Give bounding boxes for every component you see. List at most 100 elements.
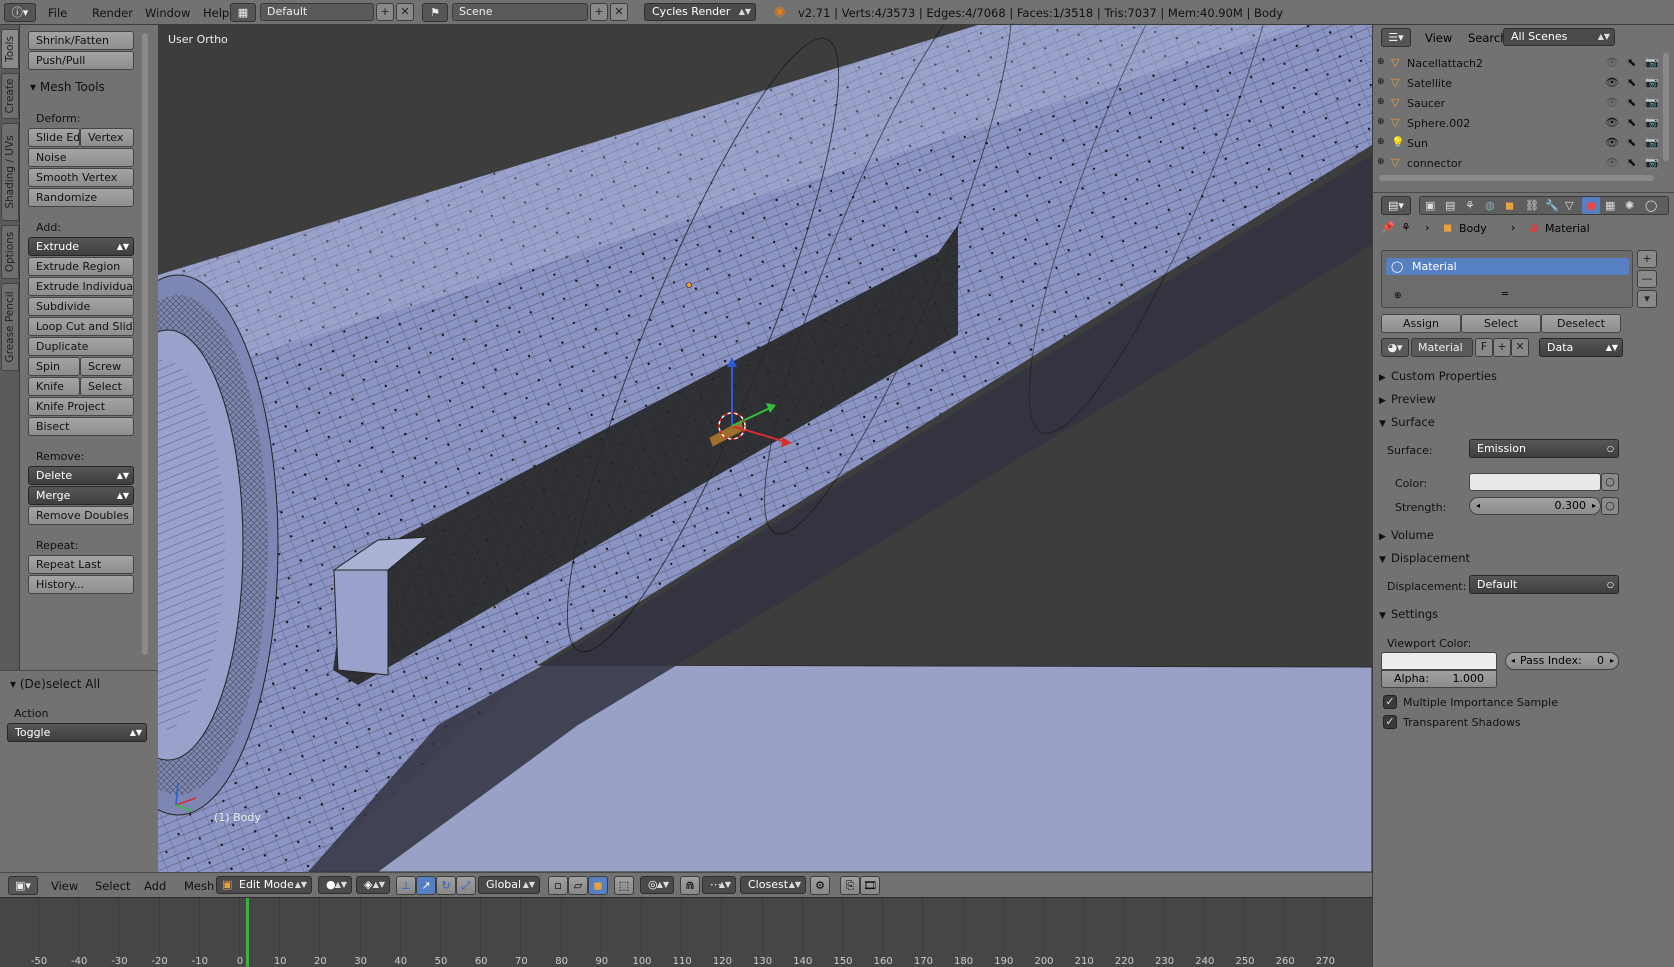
snap-element-dropdown[interactable]: ⋯ ▲▼ (702, 876, 736, 894)
tab-grease-pencil[interactable]: Grease Pencil (1, 283, 19, 371)
displacement-panel-header[interactable]: ▼ Displacement (1379, 551, 1669, 565)
add-material-slot-button[interactable]: + (1637, 250, 1657, 268)
visibility-eye-icon[interactable]: 👁 (1605, 56, 1619, 69)
modifiers-tab-icon[interactable]: 🔧 (1545, 199, 1559, 212)
history-button[interactable]: History... (28, 575, 134, 594)
outliner-item[interactable]: ⊕ ▽ Satellite 👁 ⬉ 📷 (1373, 73, 1665, 93)
bisect-button[interactable]: Bisect (28, 417, 134, 436)
visibility-eye-icon[interactable]: 👁 (1605, 136, 1619, 149)
preview-panel-header[interactable]: ▶ Preview (1379, 392, 1669, 406)
mode-dropdown[interactable]: ▣ Edit Mode ▲▼ (216, 876, 312, 894)
proportional-edit-dropdown[interactable]: ◎ ▲▼ (640, 876, 674, 894)
operator-panel-header[interactable]: ▾ (De)select All (10, 677, 100, 691)
expand-icon[interactable]: ⊕ (1377, 117, 1385, 127)
data-tab-icon[interactable]: ▽ (1565, 199, 1573, 212)
limit-selection-button[interactable]: ⬚ (614, 876, 634, 895)
volume-panel-header[interactable]: ▶ Volume (1379, 528, 1669, 542)
selectable-cursor-icon[interactable]: ⬉ (1627, 96, 1636, 109)
layout-field[interactable]: Default (260, 3, 374, 21)
knife-project-button[interactable]: Knife Project (28, 397, 134, 416)
info-editor-type-button[interactable]: ⓘ▾ (4, 3, 36, 22)
menu-help[interactable]: Help (203, 6, 229, 20)
outliner-item-name[interactable]: Nacellattach2 (1407, 57, 1483, 70)
merge-dropdown[interactable]: Merge ▲▼ (28, 486, 134, 505)
tab-create[interactable]: Create (1, 73, 19, 119)
layout-add-button[interactable]: + (376, 3, 394, 21)
render-animation-button[interactable]: 🎞 (860, 876, 880, 895)
material-slot-list[interactable]: ◯ Material ⊕ ═ (1381, 250, 1633, 308)
subdivide-button[interactable]: Subdivide (28, 297, 134, 316)
loop-cut-button[interactable]: Loop Cut and Slide (28, 317, 134, 336)
repeat-last-button[interactable]: Repeat Last (28, 555, 134, 574)
render-engine-dropdown[interactable]: Cycles Render ▲▼ (644, 3, 756, 21)
scene-add-button[interactable]: + (590, 3, 608, 21)
menu-render[interactable]: Render (92, 6, 133, 20)
outliner-item[interactable]: ⊕ ▽ Sphere.002 👁 ⬉ 📷 (1373, 113, 1665, 133)
constraints-tab-icon[interactable]: ⛓ (1525, 199, 1539, 212)
timeline[interactable]: -50 -40 -30 -20 -10 0 10 20 30 40 50 60 70 80 90 100 110… (0, 897, 1372, 967)
list-resize-handle-icon[interactable]: ═ (1502, 289, 1508, 300)
spin-button[interactable]: Spin (28, 357, 80, 376)
render-tab-icon[interactable]: ▣ (1425, 199, 1435, 212)
material-slot-menu-button[interactable]: ▾ (1637, 290, 1657, 308)
assign-button[interactable]: Assign (1381, 314, 1461, 333)
push-pull-button[interactable]: Push/Pull (28, 51, 134, 70)
alpha-field[interactable]: Alpha: 1.000 (1381, 670, 1497, 688)
strength-link-button[interactable]: ○ (1601, 497, 1619, 515)
object-tab-icon[interactable]: ◼ (1505, 199, 1514, 212)
new-material-button[interactable]: + (1493, 338, 1511, 357)
particles-tab-icon[interactable]: ✺ (1625, 199, 1634, 212)
renderable-camera-icon[interactable]: 📷 (1645, 136, 1659, 149)
translate-manipulator-button[interactable]: ↗ (416, 876, 436, 895)
transparent-shadows-checkbox[interactable]: ✓ (1383, 715, 1397, 729)
selectable-cursor-icon[interactable]: ⬉ (1627, 116, 1636, 129)
strength-field[interactable]: ◂ 0.300 ▸ (1469, 497, 1601, 515)
outliner-item[interactable]: ⊕ ▽ Saucer 👁 ⬉ 📷 (1373, 93, 1665, 113)
smooth-vertex-button[interactable]: Smooth Vertex (28, 168, 134, 187)
expand-icon[interactable]: ⊕ (1377, 97, 1385, 107)
rotate-manipulator-button[interactable]: ↻ (436, 876, 456, 895)
renderable-camera-icon[interactable]: 📷 (1645, 156, 1659, 169)
shrink-fatten-button[interactable]: Shrink/Fatten (28, 31, 134, 50)
scale-manipulator-button[interactable]: ⤢ (456, 876, 476, 895)
viewport-color-swatch[interactable] (1381, 652, 1497, 670)
material-slot-row[interactable]: ◯ Material (1386, 258, 1629, 275)
list-filter-icon[interactable]: ⊕ (1394, 291, 1402, 301)
randomize-button[interactable]: Randomize (28, 188, 134, 207)
emission-color-swatch[interactable] (1469, 473, 1601, 491)
material-tab-icon[interactable]: ● (1582, 197, 1600, 214)
outliner-menu-search[interactable]: Search (1468, 31, 1508, 45)
orientation-dropdown[interactable]: Global ▲▼ (478, 876, 540, 894)
edge-select-mode-button[interactable]: ▱ (568, 876, 588, 895)
unlink-material-button[interactable]: ✕ (1511, 338, 1529, 357)
expand-icon[interactable]: ⊕ (1377, 57, 1385, 67)
visibility-eye-icon[interactable]: 👁 (1605, 116, 1619, 129)
fake-user-button[interactable]: F (1475, 338, 1493, 357)
select-button[interactable]: Select (1461, 314, 1541, 333)
shading-dropdown[interactable]: ● ▲▼ (318, 876, 352, 894)
renderable-camera-icon[interactable]: 📷 (1645, 56, 1659, 69)
remove-doubles-button[interactable]: Remove Doubles (28, 506, 134, 525)
scene-remove-button[interactable]: ✕ (610, 3, 628, 21)
tab-options[interactable]: Options (1, 225, 19, 279)
scene-tab-icon[interactable]: ⚘ (1465, 199, 1475, 212)
renderable-camera-icon[interactable]: 📷 (1645, 76, 1659, 89)
surface-shader-dropdown[interactable]: Emission ○ (1469, 439, 1619, 458)
remove-material-slot-button[interactable]: — (1637, 270, 1657, 288)
extrude-dropdown[interactable]: Extrude ▲▼ (28, 237, 134, 256)
timeline-current-frame-cursor[interactable] (246, 898, 249, 967)
tab-shading-uvs[interactable]: Shading / UVs (1, 123, 19, 221)
outliner-item-name[interactable]: Sphere.002 (1407, 117, 1470, 130)
tab-tools[interactable]: Tools (1, 29, 19, 69)
vertex-select-mode-button[interactable]: ▫ (548, 876, 568, 895)
vertex-slide-button[interactable]: Vertex (80, 128, 134, 147)
noise-button[interactable]: Noise (28, 148, 134, 167)
selectable-cursor-icon[interactable]: ⬉ (1627, 156, 1636, 169)
outliner-menu-view[interactable]: View (1425, 31, 1452, 45)
selectable-cursor-icon[interactable]: ⬉ (1627, 56, 1636, 69)
screw-button[interactable]: Screw (80, 357, 134, 376)
outliner-hscrollbar[interactable] (1379, 175, 1654, 181)
link-dropdown[interactable]: Data ▲▼ (1539, 338, 1623, 357)
menu-select[interactable]: Select (95, 879, 130, 893)
surface-panel-header[interactable]: ▼ Surface (1379, 415, 1669, 429)
